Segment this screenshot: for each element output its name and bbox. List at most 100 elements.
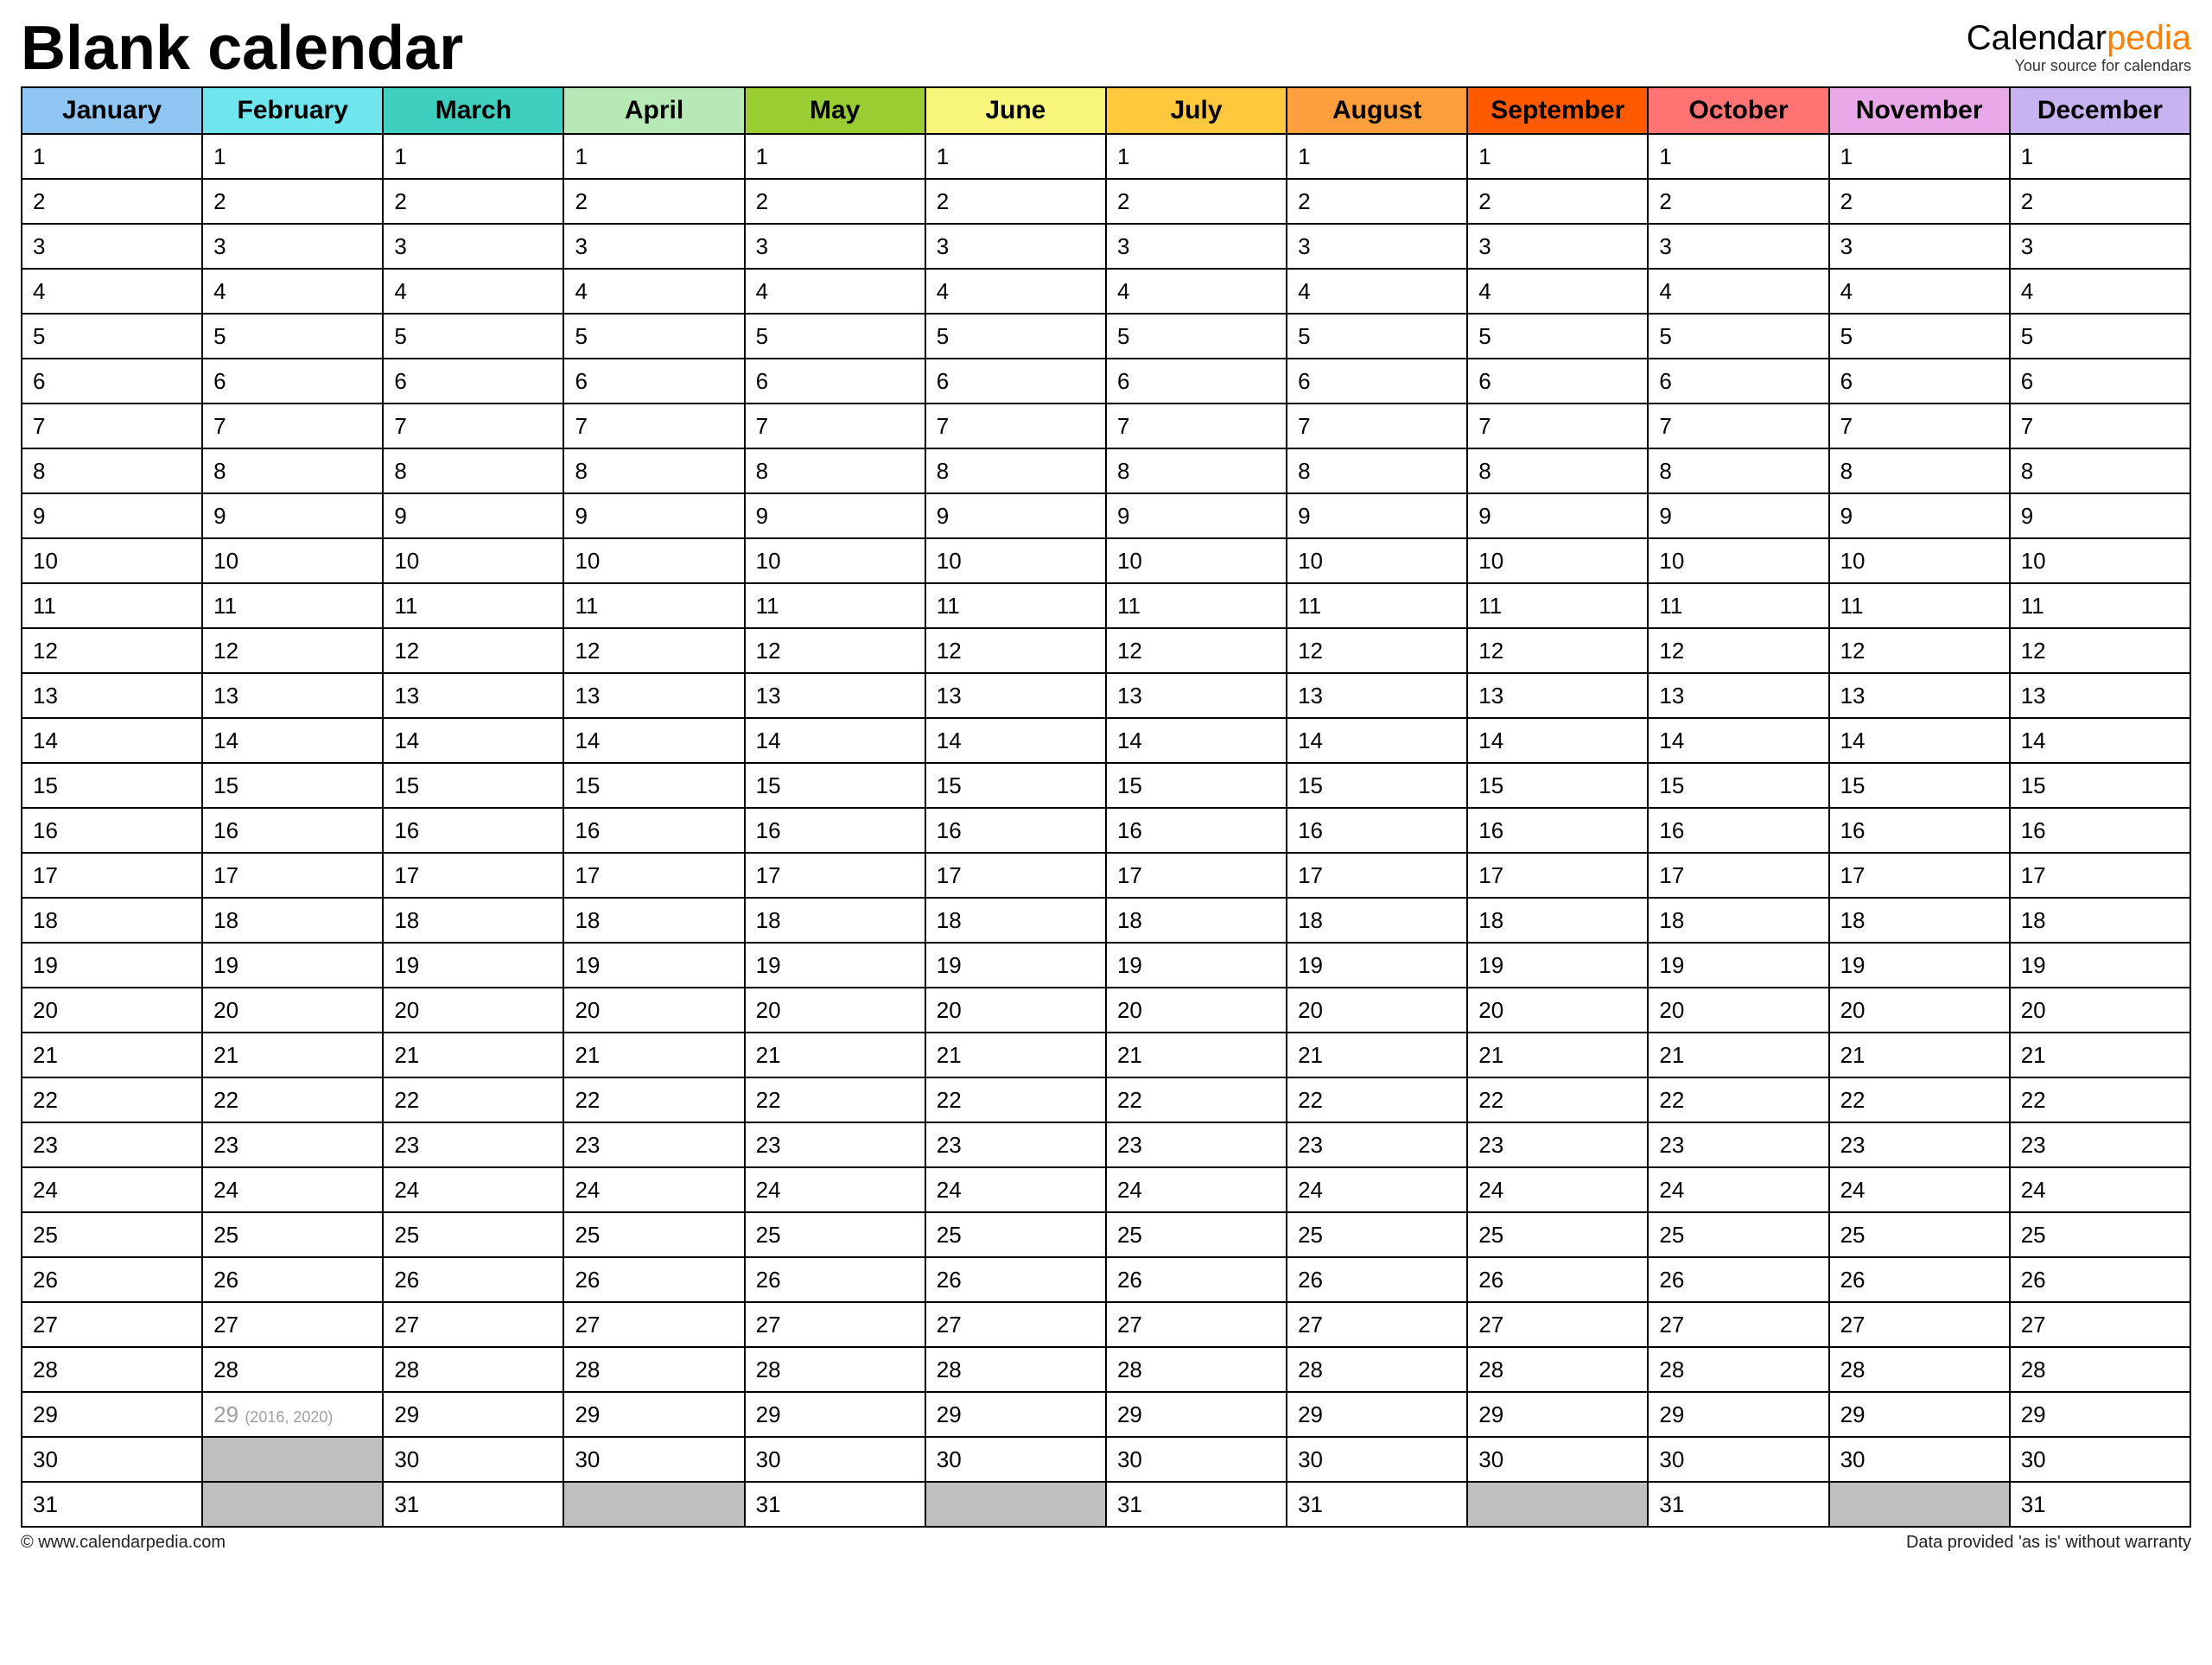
day-cell: 8 — [22, 448, 202, 493]
day-cell: 31 — [1648, 1482, 1828, 1527]
day-cell: 27 — [2010, 1302, 2190, 1347]
day-cell: 28 — [925, 1347, 1106, 1392]
day-row: 666666666666 — [22, 359, 2190, 404]
day-cell: 3 — [1648, 224, 1828, 269]
day-cell: 21 — [2010, 1033, 2190, 1077]
day-cell: 1 — [383, 134, 563, 179]
day-cell: 16 — [1467, 808, 1648, 853]
day-cell: 19 — [202, 943, 383, 988]
day-row: 30 30303030303030303030 — [22, 1437, 2190, 1482]
brand-part2: pedia — [2107, 19, 2191, 57]
day-cell: 7 — [1648, 404, 1828, 448]
day-cell: 2 — [1467, 179, 1648, 224]
day-cell: 24 — [1287, 1167, 1467, 1212]
day-cell: 16 — [1648, 808, 1828, 853]
day-cell: 18 — [563, 898, 744, 943]
day-cell: 9 — [1829, 493, 2010, 538]
day-cell: 12 — [563, 628, 744, 673]
day-cell: 28 — [745, 1347, 925, 1392]
day-cell: 15 — [383, 763, 563, 808]
day-cell: 18 — [1287, 898, 1467, 943]
day-cell: 14 — [1648, 718, 1828, 763]
day-cell: 20 — [1467, 988, 1648, 1033]
day-cell: 13 — [1467, 673, 1648, 718]
day-cell: 21 — [1648, 1033, 1828, 1077]
day-cell: 19 — [1648, 943, 1828, 988]
day-cell: 5 — [563, 314, 744, 359]
day-cell: 25 — [1106, 1212, 1287, 1257]
day-cell: 24 — [202, 1167, 383, 1212]
day-cell: 6 — [2010, 359, 2190, 404]
day-cell: 17 — [1829, 853, 2010, 898]
day-cell: 5 — [1648, 314, 1828, 359]
day-cell: 31 — [1287, 1482, 1467, 1527]
month-header-row: JanuaryFebruaryMarchAprilMayJuneJulyAugu… — [22, 87, 2190, 134]
day-cell: 14 — [925, 718, 1106, 763]
day-cell: 12 — [1106, 628, 1287, 673]
day-row: 101010101010101010101010 — [22, 538, 2190, 583]
day-cell: 16 — [1106, 808, 1287, 853]
day-cell: 3 — [925, 224, 1106, 269]
day-cell: 11 — [925, 583, 1106, 628]
day-cell: 10 — [1648, 538, 1828, 583]
day-cell: 8 — [1287, 448, 1467, 493]
day-cell: 7 — [1106, 404, 1287, 448]
day-cell: 4 — [22, 269, 202, 314]
footer-left: © www.calendarpedia.com — [21, 1533, 226, 1553]
day-cell: 11 — [1648, 583, 1828, 628]
day-cell: 13 — [2010, 673, 2190, 718]
day-cell: 24 — [1106, 1167, 1287, 1212]
day-cell: 13 — [1829, 673, 2010, 718]
day-row: 202020202020202020202020 — [22, 988, 2190, 1033]
day-cell: 20 — [563, 988, 744, 1033]
day-cell: 2 — [1829, 179, 2010, 224]
day-cell: 21 — [1829, 1033, 2010, 1077]
day-cell: 15 — [1648, 763, 1828, 808]
day-cell: 15 — [1287, 763, 1467, 808]
day-row: 2929 (2016, 2020)29292929292929292929 — [22, 1392, 2190, 1437]
day-cell: 16 — [2010, 808, 2190, 853]
day-cell: 15 — [745, 763, 925, 808]
day-cell: 10 — [202, 538, 383, 583]
day-cell: 2 — [1106, 179, 1287, 224]
day-row: 333333333333 — [22, 224, 2190, 269]
day-row: 999999999999 — [22, 493, 2190, 538]
day-cell: 30 — [1648, 1437, 1828, 1482]
day-cell: 28 — [563, 1347, 744, 1392]
day-cell: 25 — [925, 1212, 1106, 1257]
day-cell: 27 — [563, 1302, 744, 1347]
day-cell: 24 — [745, 1167, 925, 1212]
month-header-february: February — [202, 87, 383, 134]
day-cell: 28 — [1106, 1347, 1287, 1392]
day-cell: 2 — [2010, 179, 2190, 224]
day-cell: 17 — [1287, 853, 1467, 898]
day-cell: 10 — [2010, 538, 2190, 583]
day-cell — [563, 1482, 744, 1527]
day-cell: 20 — [22, 988, 202, 1033]
day-cell: 25 — [383, 1212, 563, 1257]
day-cell: 11 — [1106, 583, 1287, 628]
day-cell: 20 — [1648, 988, 1828, 1033]
day-cell: 12 — [383, 628, 563, 673]
day-cell: 27 — [925, 1302, 1106, 1347]
day-cell: 4 — [383, 269, 563, 314]
day-cell: 27 — [1467, 1302, 1648, 1347]
month-header-january: January — [22, 87, 202, 134]
day-cell: 1 — [1829, 134, 2010, 179]
day-cell: 19 — [925, 943, 1106, 988]
day-cell: 9 — [1106, 493, 1287, 538]
day-cell: 20 — [1829, 988, 2010, 1033]
day-cell: 3 — [563, 224, 744, 269]
day-cell: 1 — [745, 134, 925, 179]
day-row: 111111111111111111111111 — [22, 583, 2190, 628]
day-cell: 5 — [1287, 314, 1467, 359]
day-cell: 6 — [1106, 359, 1287, 404]
day-row: 191919191919191919191919 — [22, 943, 2190, 988]
day-cell — [202, 1482, 383, 1527]
day-cell: 2 — [925, 179, 1106, 224]
month-header-july: July — [1106, 87, 1287, 134]
day-cell: 23 — [2010, 1122, 2190, 1167]
day-cell: 11 — [22, 583, 202, 628]
day-cell: 25 — [22, 1212, 202, 1257]
day-cell: 20 — [1287, 988, 1467, 1033]
